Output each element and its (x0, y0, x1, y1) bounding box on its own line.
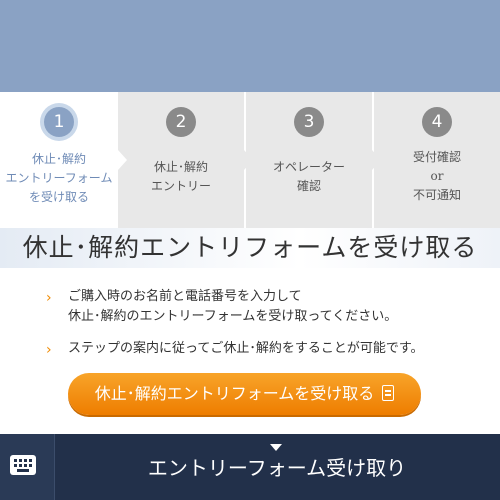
step-1-number: 1 (44, 107, 74, 137)
step-1-label-line3: を受け取る (28, 190, 89, 204)
step-4-label-line2: or (430, 169, 444, 183)
top-banner (0, 0, 500, 92)
step-4-label-line1: 受付確認 (412, 150, 461, 164)
step-1-label-line1: 休止･解約 (31, 152, 86, 166)
step-3-number: 3 (294, 107, 324, 137)
step-indicator: 1 休止･解約 エントリーフォーム を受け取る 2 休止･解約 エントリー 3 … (0, 92, 500, 228)
step-3-label-line1: オペレーター (272, 160, 345, 174)
bottom-action-bar[interactable]: エントリーフォーム受け取り (0, 434, 500, 500)
instruction-note-1-line1: ご購入時のお名前と電話番号を入力して (68, 289, 302, 304)
step-1-label-line2: エントリーフォーム (5, 171, 113, 185)
step-4-label: 受付確認 or 不可通知 (374, 148, 500, 205)
step-2-label-line2: エントリー (150, 179, 211, 193)
step-4-number: 4 (422, 107, 452, 137)
instruction-note-2-text: ステップの案内に従ってご休止･解約をすることが可能です。 (68, 341, 424, 356)
instruction-note-1: › ご購入時のお名前と電話番号を入力して 休止･解約のエントリーフォームを受け取… (46, 287, 476, 327)
step-arrow (244, 150, 253, 170)
caret-down-icon (270, 444, 282, 451)
keyboard-icon (10, 455, 36, 475)
chevron-right-icon: › (46, 342, 52, 358)
step-3-label: オペレーター 確認 (246, 158, 372, 196)
step-2-label-line1: 休止･解約 (153, 160, 208, 174)
step-2-number: 2 (166, 107, 196, 137)
page-title: 休止･解約エントリフォームを受け取る (22, 233, 478, 262)
keyboard-button[interactable] (0, 434, 55, 500)
step-3: 3 オペレーター 確認 (246, 92, 381, 228)
step-2: 2 休止･解約 エントリー (118, 92, 253, 228)
step-1: 1 休止･解約 エントリーフォーム を受け取る (0, 92, 127, 228)
receive-entry-form-button-label: 休止･解約エントリフォームを受け取る (94, 384, 375, 403)
section-title-band: 休止･解約エントリフォームを受け取る (0, 228, 500, 268)
chevron-right-icon: › (46, 290, 52, 306)
entry-form-receive-label: エントリーフォーム受け取り (147, 456, 407, 480)
instruction-note-1-line2: 休止･解約のエントリーフォームを受け取ってください。 (68, 309, 398, 324)
document-icon (382, 385, 395, 401)
step-3-label-line2: 確認 (296, 179, 321, 193)
step-arrow (118, 150, 127, 170)
step-arrow (372, 150, 381, 170)
step-4: 4 受付確認 or 不可通知 (374, 92, 500, 228)
step-4-label-line3: 不可通知 (412, 188, 461, 202)
step-1-label: 休止･解約 エントリーフォーム を受け取る (0, 150, 118, 207)
instruction-note-2: › ステップの案内に従ってご休止･解約をすることが可能です。 (46, 339, 476, 359)
step-2-label: 休止･解約 エントリー (118, 158, 244, 196)
receive-entry-form-button[interactable]: 休止･解約エントリフォームを受け取る (68, 373, 421, 415)
